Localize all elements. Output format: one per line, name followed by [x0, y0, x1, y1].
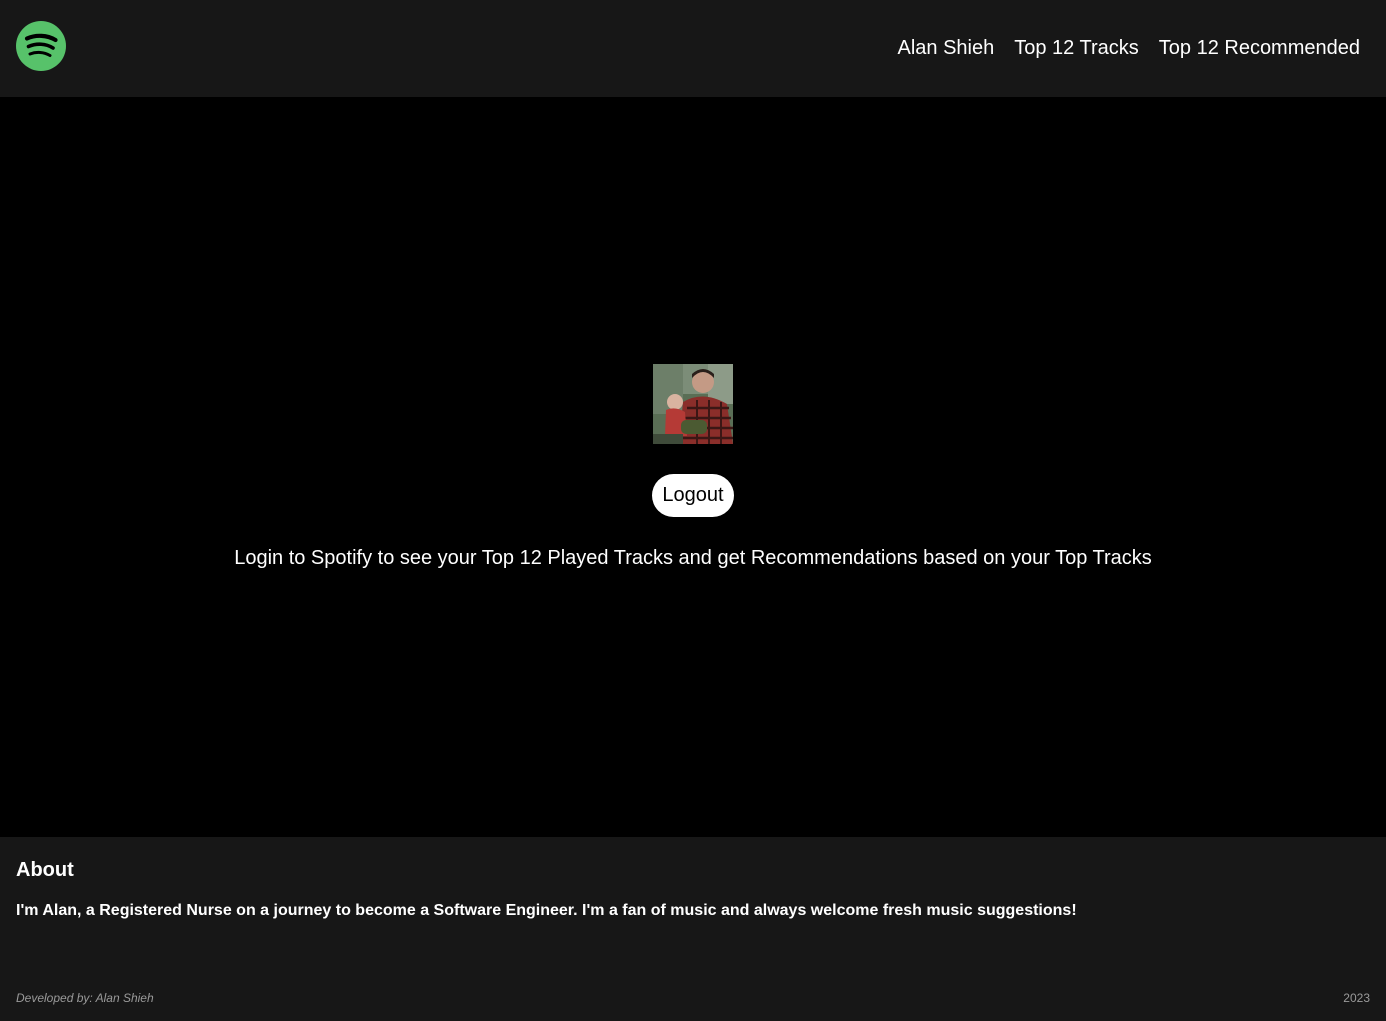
main-content: Logout Login to Spotify to see your Top … — [0, 97, 1386, 837]
copyright-year: 2023 — [1343, 991, 1370, 1005]
top-nav: Alan Shieh Top 12 Tracks Top 12 Recommen… — [898, 36, 1361, 60]
header: Alan Shieh Top 12 Tracks Top 12 Recommen… — [0, 0, 1386, 97]
nav-link-top-tracks[interactable]: Top 12 Tracks — [1014, 36, 1139, 60]
nav-link-top-recommended[interactable]: Top 12 Recommended — [1159, 36, 1360, 60]
about-heading: About — [16, 859, 74, 881]
nav-link-profile[interactable]: Alan Shieh — [898, 36, 995, 60]
spotify-logo-icon[interactable] — [16, 21, 66, 71]
login-message: Login to Spotify to see your Top 12 Play… — [234, 547, 1152, 569]
developer-credit: Developed by: Alan Shieh — [16, 991, 154, 1005]
profile-avatar — [653, 364, 733, 444]
logout-button[interactable]: Logout — [652, 474, 734, 517]
about-text: I'm Alan, a Registered Nurse on a journe… — [16, 902, 1077, 919]
footer: About I'm Alan, a Registered Nurse on a … — [0, 837, 1386, 1021]
avatar-photo — [653, 364, 733, 444]
